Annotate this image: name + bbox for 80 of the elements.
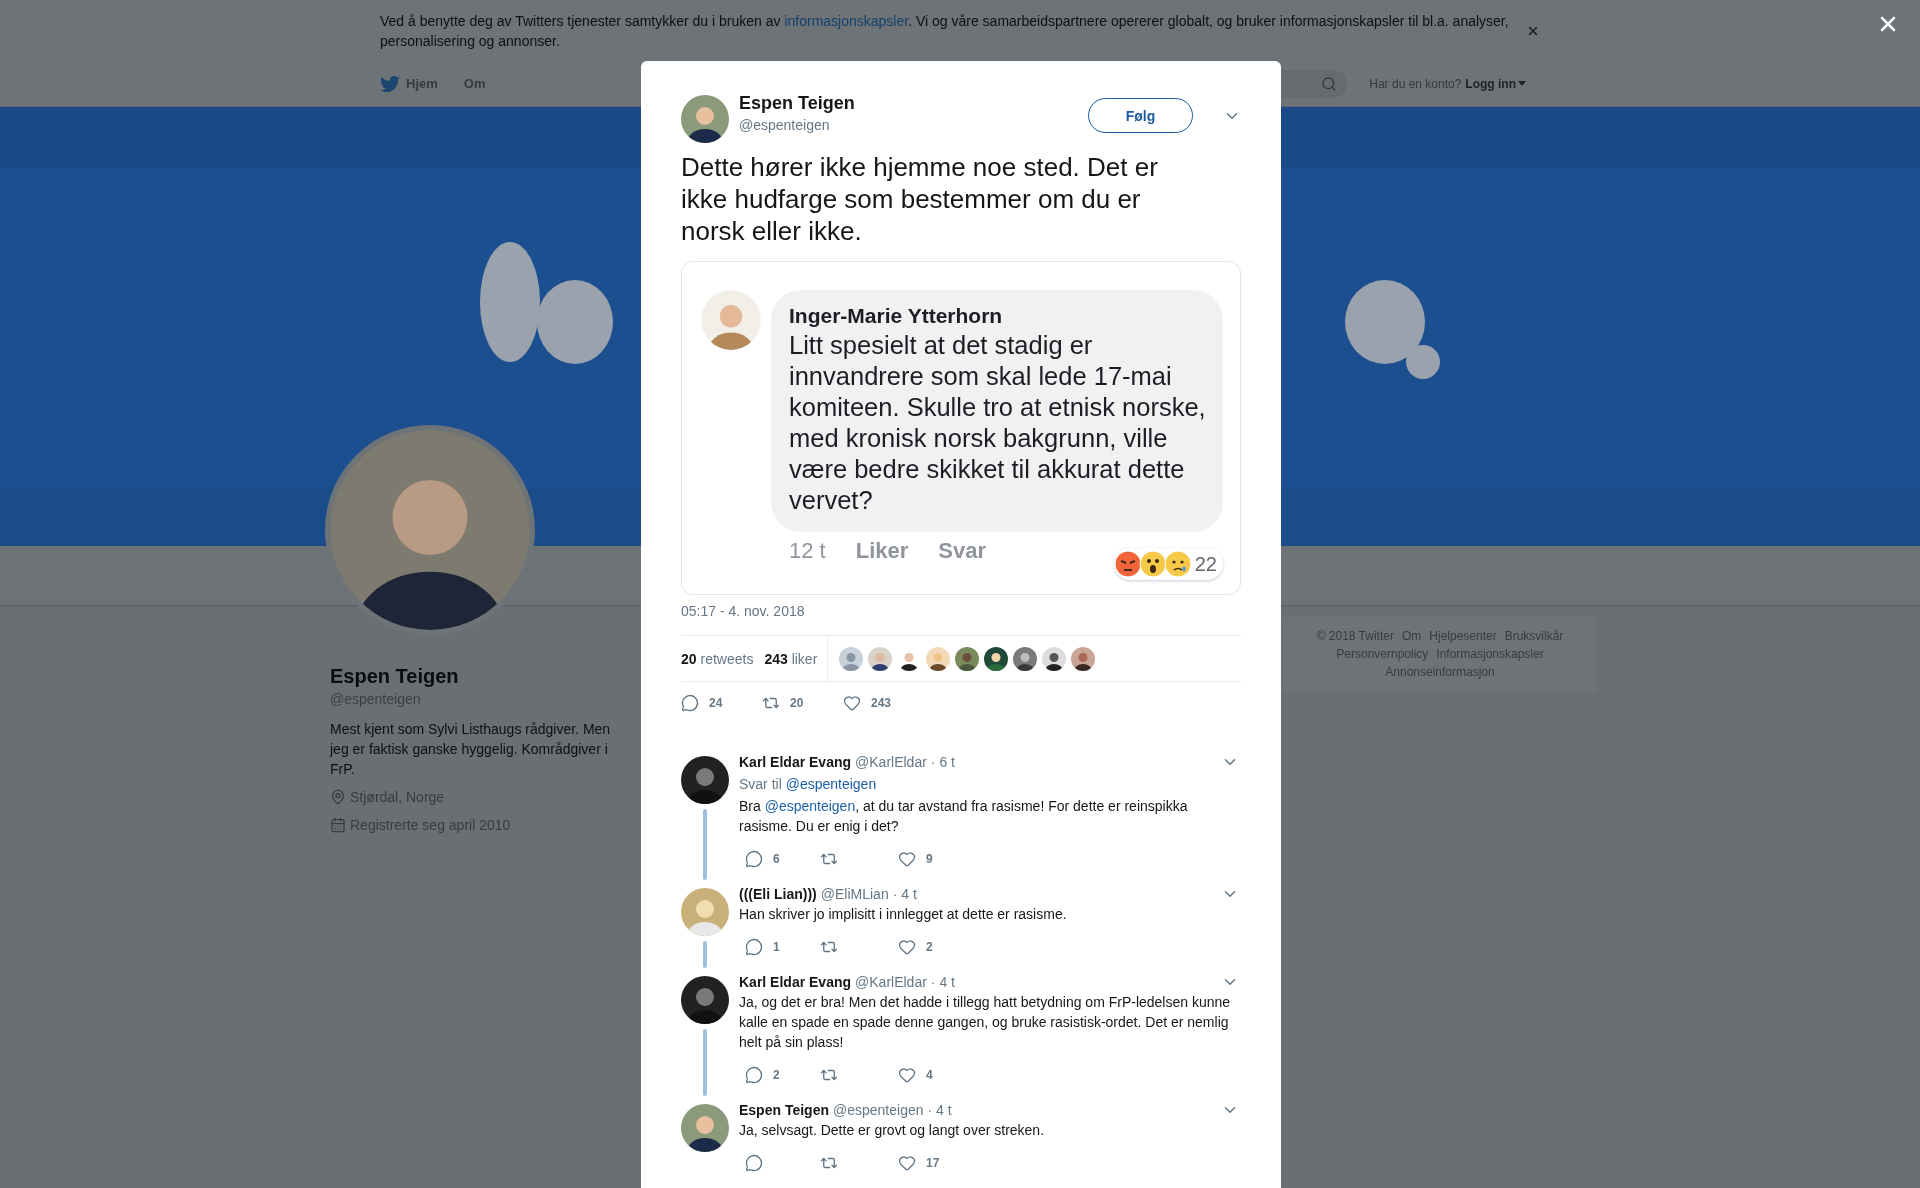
reply-icon <box>745 938 763 956</box>
heart-icon <box>898 850 916 868</box>
cookie-notice: Ved å benytte deg av Twitters tjenester samtykker du i bruken av informasjonskapsler. Vi og våre samarbeidspartnere opererer globalt, og bruker informasjonskapsler til bl.a. analyser, personalisering og annonser. <box>380 11 1510 51</box>
reply-time[interactable]: · 4 t <box>930 972 955 992</box>
like-stat[interactable]: 243 liker <box>764 650 818 667</box>
reply-button[interactable]: 6 <box>745 849 820 869</box>
reply-author-name[interactable]: Karl Eldar Evang <box>739 752 852 772</box>
avatar <box>1013 646 1038 671</box>
comment-time: 12 t <box>789 537 826 565</box>
author-name[interactable]: Espen Teigen <box>739 91 855 115</box>
reply-button[interactable]: 2 <box>745 1065 820 1085</box>
profile-name: Espen Teigen <box>330 664 460 689</box>
login-menu[interactable]: Logg inn <box>1465 76 1526 91</box>
comment-text: Litt spesielt at det stadig er innvandrere som skal lede 17-mai komiteen. Skulle tro at etnisk norske, med kronisk norsk bakgrunn, ville være bedre skikket til akkurat dette vervet? <box>789 330 1207 516</box>
heart-icon <box>843 694 861 712</box>
avatar <box>839 646 864 671</box>
reply-author-handle[interactable]: @KarlEldar <box>855 752 927 772</box>
thread-line <box>703 941 707 968</box>
thread-line <box>703 809 707 880</box>
avatar <box>984 646 1009 671</box>
reply-author-handle[interactable]: @espenteigen <box>833 1100 924 1120</box>
comment-action: Svar <box>938 537 986 565</box>
reply-text: Han skriver jo implisitt i innlegget at dette er rasisme. <box>739 905 1068 924</box>
footer-link[interactable]: Annonseinformasjon <box>1385 663 1495 681</box>
mention-link[interactable]: @espenteigen <box>785 776 877 792</box>
bird-icon <box>380 73 400 94</box>
location-icon <box>330 789 346 805</box>
reply-author-handle[interactable]: @EliMLian <box>820 884 889 904</box>
reply-text: Ja, selvsagt. Dette er grovt og langt over streken. <box>739 1121 1046 1140</box>
like-button[interactable]: 4 <box>898 1065 978 1085</box>
reply-author-name[interactable]: (((Eli Lian))) <box>739 884 817 904</box>
like-button[interactable]: 2 <box>898 937 978 957</box>
avatar <box>926 646 951 671</box>
tweet-timestamp: 05:17 - 4. nov. 2018 <box>681 602 806 621</box>
reply-context: Svar til @espenteigen <box>739 775 878 794</box>
comment-action: Liker <box>855 537 909 565</box>
reply-author-handle[interactable]: @KarlEldar <box>855 972 927 992</box>
avatar <box>681 888 729 936</box>
tweet-text: Dette hører ikke hjemme noe sted. Det er ikke hudfarge som bestemmer om du er norsk eller ikke. <box>681 151 1159 247</box>
heart-icon <box>898 1066 916 1084</box>
reply-button[interactable]: 24 <box>681 693 762 713</box>
heart-icon <box>898 938 916 956</box>
caret-icon <box>1518 81 1526 86</box>
like-button[interactable]: 9 <box>898 849 978 869</box>
reply-icon <box>745 1154 763 1172</box>
reply-time[interactable]: · 4 t <box>927 1100 952 1120</box>
retweet-button[interactable]: 20 <box>762 693 843 713</box>
reply-text: Bra @espenteigen, at du tar avstand fra rasisme! For dette er reinspikka rasisme. Du er enig i det? <box>739 797 1189 836</box>
reply-text: Ja, og det er bra! Men det hadde i tillegg hatt betydning om FrP-ledelsen kunne kalle en spade en spade denne gangen, og bruke rasistisk-ordet. Det er nemlig helt på sin plass! <box>739 993 1232 1052</box>
footer-link[interactable]: Informasjonskapsler <box>1436 645 1544 663</box>
reaction-count: 22 <box>1194 552 1217 576</box>
footer-link[interactable]: Om <box>1401 627 1422 645</box>
retweet-stat[interactable]: 20 retweets <box>681 650 754 667</box>
reply-time[interactable]: · 6 t <box>930 752 955 772</box>
reply-time[interactable]: · 4 t <box>892 884 917 904</box>
reply-icon <box>745 850 763 868</box>
calendar-icon <box>330 817 346 833</box>
reply-author-name[interactable]: Karl Eldar Evang <box>739 972 852 992</box>
author-handle[interactable]: @espenteigen <box>739 115 855 135</box>
avatar <box>681 1104 729 1152</box>
avatar <box>681 756 729 804</box>
reply-icon <box>681 694 699 712</box>
reply-icon <box>745 1066 763 1084</box>
avatar <box>681 976 729 1024</box>
profile-bio: Mest kjent som Sylvi Listhaugs rådgiver. Men jeg er faktisk ganske hyggelig. Kområdgiver i FrP. <box>330 720 612 779</box>
avatar <box>681 95 729 143</box>
reply-author-name[interactable]: Espen Teigen <box>739 1100 829 1120</box>
commenter-name: Inger-Marie Ytterhorn <box>789 303 1004 329</box>
heart-icon <box>898 1154 916 1172</box>
avatar <box>868 646 893 671</box>
follow-button[interactable]: Følg <box>1088 98 1193 133</box>
avatar <box>955 646 980 671</box>
avatar <box>1042 646 1067 671</box>
like-button[interactable]: 243 <box>843 693 933 713</box>
account-prompt: Har du en konto? <box>1369 76 1462 91</box>
search-icon <box>1321 75 1338 92</box>
reply-button[interactable]: 1 <box>745 937 820 957</box>
thread-line <box>703 1029 707 1096</box>
avatar <box>1071 646 1096 671</box>
like-button[interactable]: 17 <box>898 1153 978 1173</box>
